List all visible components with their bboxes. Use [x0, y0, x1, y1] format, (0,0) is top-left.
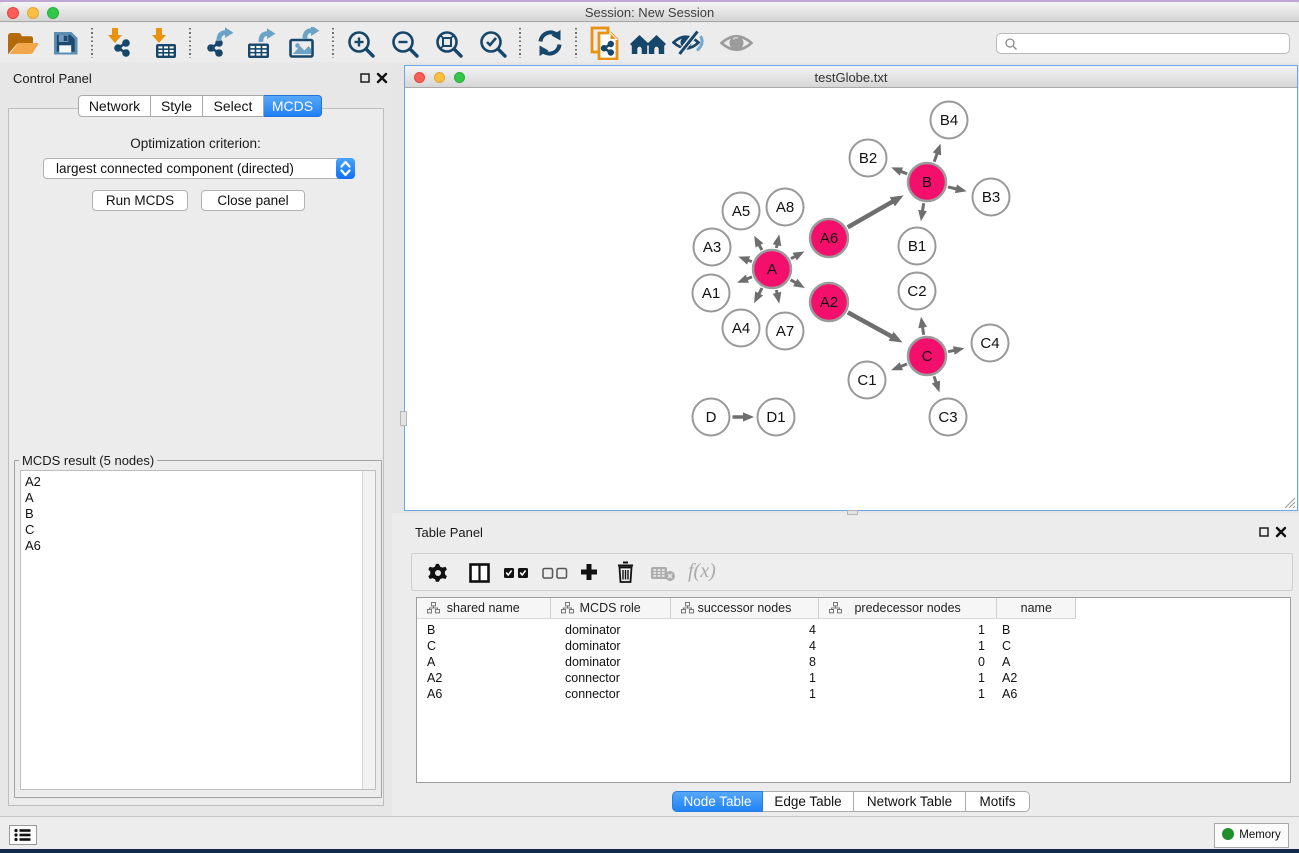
svg-text:B4: B4 [940, 112, 958, 129]
svg-text:D: D [706, 409, 717, 426]
svg-text:B2: B2 [859, 150, 877, 167]
svg-text:D1: D1 [766, 409, 785, 426]
svg-text:B: B [922, 174, 932, 191]
svg-text:A6: A6 [820, 230, 838, 247]
svg-text:A1: A1 [702, 285, 720, 302]
svg-text:A2: A2 [820, 294, 838, 311]
svg-text:A7: A7 [776, 323, 794, 340]
svg-text:C4: C4 [980, 335, 999, 352]
svg-text:B1: B1 [908, 238, 926, 255]
svg-text:C: C [922, 348, 933, 365]
svg-text:A8: A8 [776, 199, 794, 216]
svg-text:B3: B3 [982, 189, 1000, 206]
svg-text:A: A [767, 261, 777, 278]
svg-text:A3: A3 [703, 239, 721, 256]
svg-text:C3: C3 [938, 409, 957, 426]
svg-text:C1: C1 [857, 372, 876, 389]
svg-text:A4: A4 [732, 320, 750, 337]
svg-text:A5: A5 [732, 203, 750, 220]
svg-text:C2: C2 [907, 283, 926, 300]
